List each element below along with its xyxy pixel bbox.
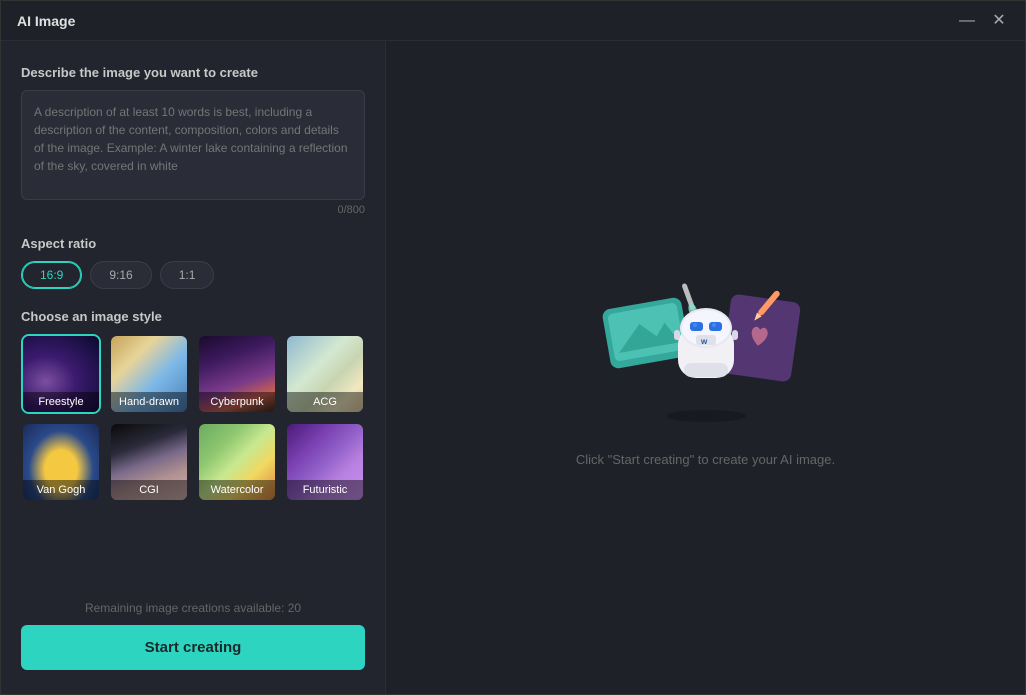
close-button[interactable]: ✕ (989, 11, 1009, 31)
left-panel: Describe the image you want to create 0/… (1, 41, 386, 694)
aspect-ratio-section: Aspect ratio 16:9 9:16 1:1 (21, 236, 365, 289)
describe-label: Describe the image you want to create (21, 65, 365, 80)
content-area: Describe the image you want to create 0/… (1, 41, 1025, 694)
aspect-ratio-buttons: 16:9 9:16 1:1 (21, 261, 365, 289)
window-title: AI Image (17, 13, 957, 29)
char-count: 0/800 (21, 204, 365, 216)
style-grid: Freestyle Hand-drawn Cyberpunk ACG (21, 334, 365, 502)
style-label-hand-drawn: Hand-drawn (111, 392, 187, 412)
style-item-futuristic[interactable]: Futuristic (285, 422, 365, 502)
right-placeholder-text: Click "Start creating" to create your AI… (576, 452, 835, 467)
start-creating-button[interactable]: Start creating (21, 625, 365, 670)
title-bar-controls: — ✕ (957, 11, 1009, 31)
style-item-watercolor[interactable]: Watercolor (197, 422, 277, 502)
style-label-cyberpunk: Cyberpunk (199, 392, 275, 412)
style-item-freestyle[interactable]: Freestyle (21, 334, 101, 414)
description-input[interactable] (21, 90, 365, 200)
app-window: AI Image — ✕ Describe the image you want… (0, 0, 1026, 695)
style-label-cgi: CGI (111, 480, 187, 500)
style-label-van-gogh: Van Gogh (23, 480, 99, 500)
style-item-cgi[interactable]: CGI (109, 422, 189, 502)
aspect-btn-9-16[interactable]: 9:16 (90, 261, 151, 289)
svg-text:w: w (700, 337, 708, 346)
style-label-futuristic: Futuristic (287, 480, 363, 500)
title-bar: AI Image — ✕ (1, 1, 1025, 41)
minimize-button[interactable]: — (957, 11, 977, 31)
style-label-watercolor: Watercolor (199, 480, 275, 500)
style-item-acg[interactable]: ACG (285, 334, 365, 414)
style-section: Choose an image style Freestyle Hand-dra… (21, 309, 365, 502)
style-item-van-gogh[interactable]: Van Gogh (21, 422, 101, 502)
style-label-freestyle: Freestyle (23, 392, 99, 412)
style-label: Choose an image style (21, 309, 365, 324)
style-label-acg: ACG (287, 392, 363, 412)
style-item-hand-drawn[interactable]: Hand-drawn (109, 334, 189, 414)
robot-illustration: w (596, 268, 816, 428)
aspect-btn-1-1[interactable]: 1:1 (160, 261, 215, 289)
aspect-btn-16-9[interactable]: 16:9 (21, 261, 82, 289)
right-panel: w Click "Start creating" to create your … (386, 41, 1025, 694)
aspect-ratio-label: Aspect ratio (21, 236, 365, 251)
style-item-cyberpunk[interactable]: Cyberpunk (197, 334, 277, 414)
remaining-text: Remaining image creations available: 20 (21, 601, 365, 615)
